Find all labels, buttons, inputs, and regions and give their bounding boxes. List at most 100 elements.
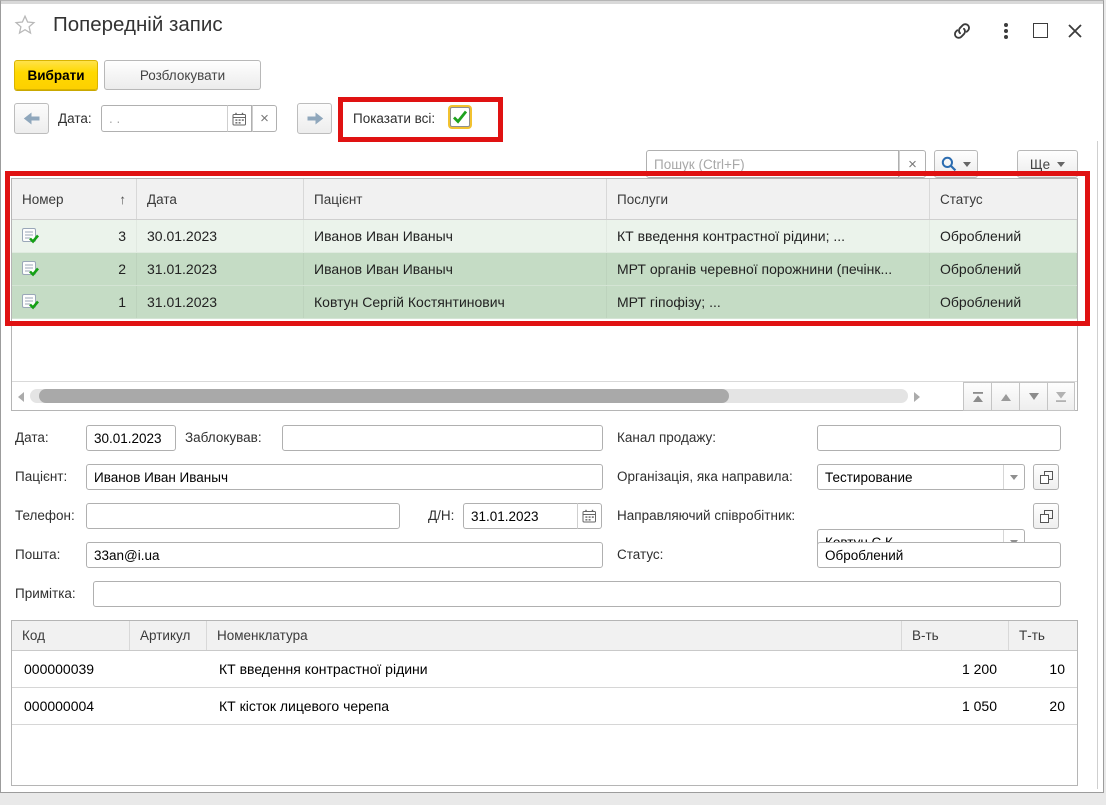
magnifier-icon xyxy=(941,156,957,172)
column-header-tt-label: Т-ть xyxy=(1019,628,1045,643)
arrow-right-icon xyxy=(306,111,324,126)
search-input[interactable] xyxy=(646,150,899,178)
filter-date-group: × xyxy=(101,105,277,132)
scroll-right-icon[interactable] xyxy=(914,392,920,402)
more-button[interactable]: Ще xyxy=(1017,150,1078,178)
page-title: Попередній запис xyxy=(53,13,223,37)
form-scroll-area-border xyxy=(1097,141,1098,789)
sales-channel-field[interactable] xyxy=(817,425,1061,451)
cell-vt: 1 200 xyxy=(902,651,1009,687)
referring-org-open-button[interactable] xyxy=(1033,464,1059,490)
cell-services: МРТ органів черевної порожнини (печінк..… xyxy=(607,253,930,285)
column-header-number[interactable]: Номер ↑ xyxy=(12,179,137,219)
select-button[interactable]: Вибрати xyxy=(14,60,98,90)
column-header-article[interactable]: Артикул xyxy=(130,621,207,650)
show-all-label: Показати всі: xyxy=(353,111,435,126)
column-header-vt[interactable]: В-ть xyxy=(902,621,1009,650)
status-field[interactable] xyxy=(817,542,1061,568)
go-last-button[interactable] xyxy=(1047,382,1075,411)
column-header-services[interactable]: Послуги xyxy=(607,179,930,219)
document-check-icon xyxy=(22,261,40,278)
cell-patient: Ковтун Сергій Костянтинович xyxy=(304,286,607,318)
column-header-code[interactable]: Код xyxy=(12,621,130,650)
horizontal-scrollbar-row xyxy=(12,381,1077,410)
birth-date-group xyxy=(463,503,603,529)
referring-org-field[interactable] xyxy=(817,464,1025,490)
cell-number: 3 xyxy=(118,228,126,244)
locked-by-field[interactable] xyxy=(282,425,603,451)
maximize-icon[interactable] xyxy=(1032,22,1049,39)
patient-label: Пацієнт: xyxy=(15,469,67,484)
go-previous-button[interactable] xyxy=(991,382,1019,411)
horizontal-scrollbar-thumb[interactable] xyxy=(39,389,729,403)
note-field[interactable] xyxy=(93,581,1061,607)
cell-status: Оброблений xyxy=(930,286,1077,318)
sort-ascending-icon: ↑ xyxy=(119,192,126,207)
triangle-down-icon xyxy=(1028,391,1040,403)
horizontal-scrollbar-track[interactable] xyxy=(30,389,908,403)
column-header-article-label: Артикул xyxy=(140,628,190,643)
cell-nomenclature: КТ кісток лицевого черепа xyxy=(207,688,902,724)
column-header-patient-label: Пацієнт xyxy=(314,192,362,207)
calendar-icon xyxy=(582,509,597,523)
cell-services: МРТ гіпофізу; ... xyxy=(607,286,930,318)
cell-number: 1 xyxy=(118,294,126,310)
items-empty-area xyxy=(12,725,1077,785)
items-header-row: Код Артикул Номенклатура В-ть Т-ть xyxy=(12,621,1077,651)
email-label: Пошта: xyxy=(15,547,60,562)
phone-field[interactable] xyxy=(86,503,400,529)
go-next-button[interactable] xyxy=(1019,382,1047,411)
show-all-checkbox[interactable] xyxy=(450,107,470,127)
date-field[interactable] xyxy=(86,425,176,451)
column-header-services-label: Послуги xyxy=(617,192,668,207)
column-header-status[interactable]: Статус xyxy=(930,179,1077,219)
app-window: Попередній запис Вибрати Розблокувати Да… xyxy=(0,0,1104,793)
table-row[interactable]: 1 31.01.2023 Ковтун Сергій Костянтинович… xyxy=(12,286,1077,319)
search-button[interactable] xyxy=(934,150,978,178)
birth-date-label: Д/Н: xyxy=(428,508,454,523)
link-icon[interactable] xyxy=(949,18,975,44)
cell-tt: 10 xyxy=(1009,651,1077,687)
table-row[interactable]: 2 31.01.2023 Иванов Иван Иваныч МРТ орга… xyxy=(12,253,1077,286)
favorite-star-icon[interactable] xyxy=(14,14,36,36)
cell-services: КТ введення контрастної рідини; ... xyxy=(607,220,930,252)
birth-date-calendar-button[interactable] xyxy=(577,503,602,529)
list-empty-area xyxy=(12,319,1077,381)
cell-article xyxy=(130,688,207,724)
birth-date-field[interactable] xyxy=(463,503,577,529)
search-clear-button[interactable]: × xyxy=(899,150,926,178)
appointments-list: Номер ↑ Дата Пацієнт Послуги Статус 3 30… xyxy=(11,178,1078,411)
table-row[interactable]: 000000004 КТ кісток лицевого черепа 1 05… xyxy=(12,688,1077,725)
column-header-nomenclature-label: Номенклатура xyxy=(217,628,308,643)
unlock-button[interactable]: Розблокувати xyxy=(104,60,261,90)
column-header-tt[interactable]: Т-ть xyxy=(1009,621,1077,650)
scroll-left-icon[interactable] xyxy=(18,392,24,402)
column-header-date[interactable]: Дата xyxy=(137,179,304,219)
referring-org-combo[interactable] xyxy=(817,464,1025,490)
go-first-button[interactable] xyxy=(963,382,991,411)
table-row[interactable]: 000000039 КТ введення контрастної рідини… xyxy=(12,651,1077,688)
sales-channel-label: Канал продажу: xyxy=(617,430,716,445)
patient-field[interactable] xyxy=(86,464,603,490)
cell-article xyxy=(130,651,207,687)
referring-org-dropdown-button[interactable] xyxy=(1003,465,1024,489)
prev-date-button[interactable] xyxy=(14,103,49,134)
table-row[interactable]: 3 30.01.2023 Иванов Иван Иваныч КТ введе… xyxy=(12,220,1077,253)
referring-employee-open-button[interactable] xyxy=(1033,503,1059,529)
kebab-menu-icon[interactable] xyxy=(999,20,1013,42)
column-header-nomenclature[interactable]: Номенклатура xyxy=(207,621,902,650)
locked-by-label: Заблокував: xyxy=(185,430,262,445)
next-date-button[interactable] xyxy=(297,103,332,134)
checkmark-icon xyxy=(452,110,468,124)
go-top-icon xyxy=(972,391,984,403)
cell-date: 31.01.2023 xyxy=(137,253,304,285)
close-icon[interactable] xyxy=(1064,20,1086,42)
filter-date-input[interactable] xyxy=(101,105,227,132)
email-field[interactable] xyxy=(86,542,603,568)
cell-number: 2 xyxy=(118,261,126,277)
document-check-icon xyxy=(22,294,40,311)
column-header-patient[interactable]: Пацієнт xyxy=(304,179,607,219)
filter-date-calendar-button[interactable] xyxy=(227,105,252,132)
filter-date-clear-button[interactable]: × xyxy=(252,105,277,132)
status-label: Статус: xyxy=(617,547,663,562)
